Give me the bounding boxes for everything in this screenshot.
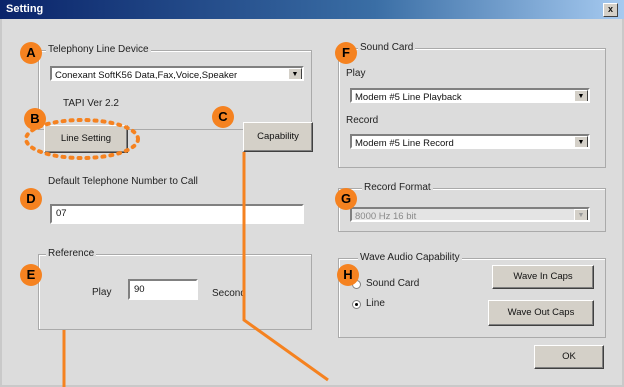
callout-line-capability bbox=[242, 152, 329, 382]
marker-f: F bbox=[335, 42, 357, 64]
marker-g: G bbox=[335, 188, 357, 210]
marker-a: A bbox=[20, 42, 42, 64]
marker-e: E bbox=[20, 264, 42, 286]
marker-b: B bbox=[24, 108, 46, 130]
marker-h: H bbox=[337, 264, 359, 286]
marker-d: D bbox=[20, 188, 42, 210]
marker-c: C bbox=[212, 106, 234, 128]
annotation-overlay bbox=[24, 118, 329, 387]
